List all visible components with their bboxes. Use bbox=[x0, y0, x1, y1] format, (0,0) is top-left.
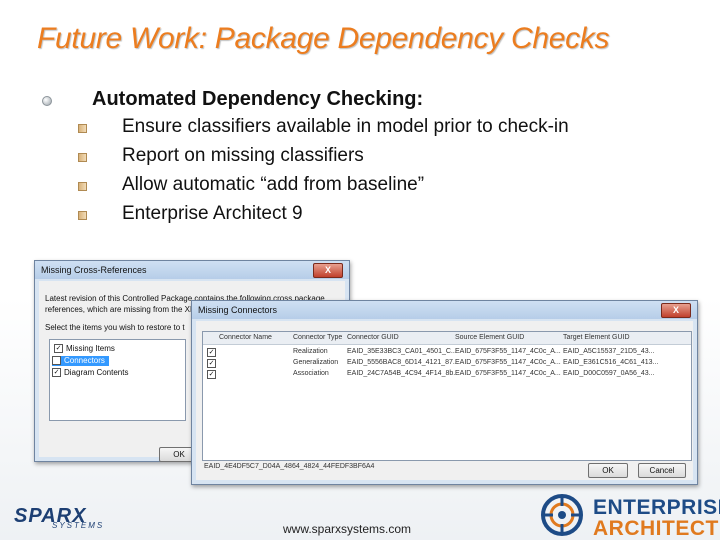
bullet-icon bbox=[78, 211, 87, 220]
column-header[interactable]: Target Element GUID bbox=[563, 334, 630, 341]
slide-heading: Automated Dependency Checking: bbox=[92, 88, 424, 110]
table-cell: EAID_24C7A54B_4C94_4F14_8b... bbox=[347, 370, 460, 377]
table-cell: Realization bbox=[293, 348, 328, 355]
table-cell: EAID_E361C516_4C61_413... bbox=[563, 359, 659, 366]
bullet-item: Enterprise Architect 9 bbox=[122, 203, 303, 224]
close-button[interactable]: X bbox=[661, 303, 691, 318]
close-button[interactable]: X bbox=[313, 263, 343, 278]
table-cell: EAID_675F3F55_1147_4C0c_A... bbox=[455, 370, 561, 377]
column-header[interactable]: Connector Type bbox=[293, 334, 342, 341]
tree-label: Connectors bbox=[64, 356, 105, 365]
bullet-icon bbox=[78, 153, 87, 162]
checkbox[interactable]: ✓ bbox=[52, 368, 61, 378]
table-cell: EAID_A5C15537_21D5_43... bbox=[563, 348, 655, 355]
tree-item-diagram-contents[interactable]: ✓ Diagram Contents bbox=[52, 368, 128, 378]
ea-logo-text-line2: ARCHITECT bbox=[593, 517, 719, 540]
column-header[interactable]: Connector GUID bbox=[347, 334, 399, 341]
dialog-body: Connector Name Connector Type Connector … bbox=[196, 321, 693, 480]
table-cell: Generalization bbox=[293, 359, 339, 366]
dialog-titlebar[interactable]: Missing Connectors X bbox=[192, 301, 697, 319]
grid-header: Connector Name Connector Type Connector … bbox=[203, 332, 691, 345]
bullet-item: Allow automatic “add from baseline” bbox=[122, 174, 425, 195]
tree-label: Missing Items bbox=[66, 344, 115, 353]
row-checkbox[interactable]: ✓ bbox=[207, 348, 216, 357]
bullet-icon bbox=[42, 96, 52, 106]
tree-item-connectors[interactable]: ✓ Connectors bbox=[52, 356, 109, 366]
missing-connectors-dialog: Missing Connectors X Connector Name Conn… bbox=[191, 300, 698, 485]
column-header[interactable]: Source Element GUID bbox=[455, 334, 524, 341]
sparx-logo-subtitle: SYSTEMS bbox=[52, 521, 105, 530]
tree-label: Diagram Contents bbox=[64, 368, 129, 377]
footer-url: www.sparxsystems.com bbox=[283, 522, 412, 536]
tree-root[interactable]: ✓ Missing Items bbox=[54, 344, 115, 354]
column-header[interactable]: Connector Name bbox=[219, 334, 272, 341]
bullet-icon bbox=[78, 182, 87, 191]
bullet-icon bbox=[78, 124, 87, 133]
status-text: EAID_4E4DF5C7_D04A_4864_4824_44FEDF3BF6A… bbox=[204, 463, 375, 470]
slide-title: Future Work: Package Dependency Checks bbox=[37, 22, 610, 55]
bullet-item: Report on missing classifiers bbox=[122, 145, 364, 166]
checkbox[interactable]: ✓ bbox=[54, 344, 63, 354]
table-cell: EAID_675F3F55_1147_4C0c_A... bbox=[455, 359, 561, 366]
dialog-title: Missing Cross-References bbox=[41, 265, 147, 275]
dialog-title: Missing Connectors bbox=[198, 305, 278, 315]
connectors-grid: Connector Name Connector Type Connector … bbox=[202, 331, 692, 461]
dialog-titlebar[interactable]: Missing Cross-References X bbox=[35, 261, 349, 279]
row-checkbox[interactable]: ✓ bbox=[207, 370, 216, 379]
missing-items-tree[interactable]: ✓ Missing Items ✓ Connectors ✓ Diagram Cont… bbox=[49, 339, 186, 421]
bullet-item: Ensure classifiers available in model pr… bbox=[122, 116, 569, 137]
checkbox[interactable]: ✓ bbox=[52, 356, 61, 366]
row-checkbox[interactable]: ✓ bbox=[207, 359, 216, 368]
ok-button[interactable]: OK bbox=[588, 463, 628, 478]
table-cell: EAID_675F3F55_1147_4C0c_A... bbox=[455, 348, 561, 355]
enterprise-architect-logo-icon bbox=[541, 494, 583, 536]
table-cell: Association bbox=[293, 370, 329, 377]
table-cell: EAID_35E33BC3_CA01_4501_C... bbox=[347, 348, 457, 355]
table-cell: EAID_D00C0597_0A56_43... bbox=[563, 370, 655, 377]
cancel-button[interactable]: Cancel bbox=[638, 463, 686, 478]
table-cell: EAID_5556BAC8_6D14_4121_87... bbox=[347, 359, 459, 366]
select-instruction: Select the items you wish to restore to … bbox=[45, 323, 185, 332]
